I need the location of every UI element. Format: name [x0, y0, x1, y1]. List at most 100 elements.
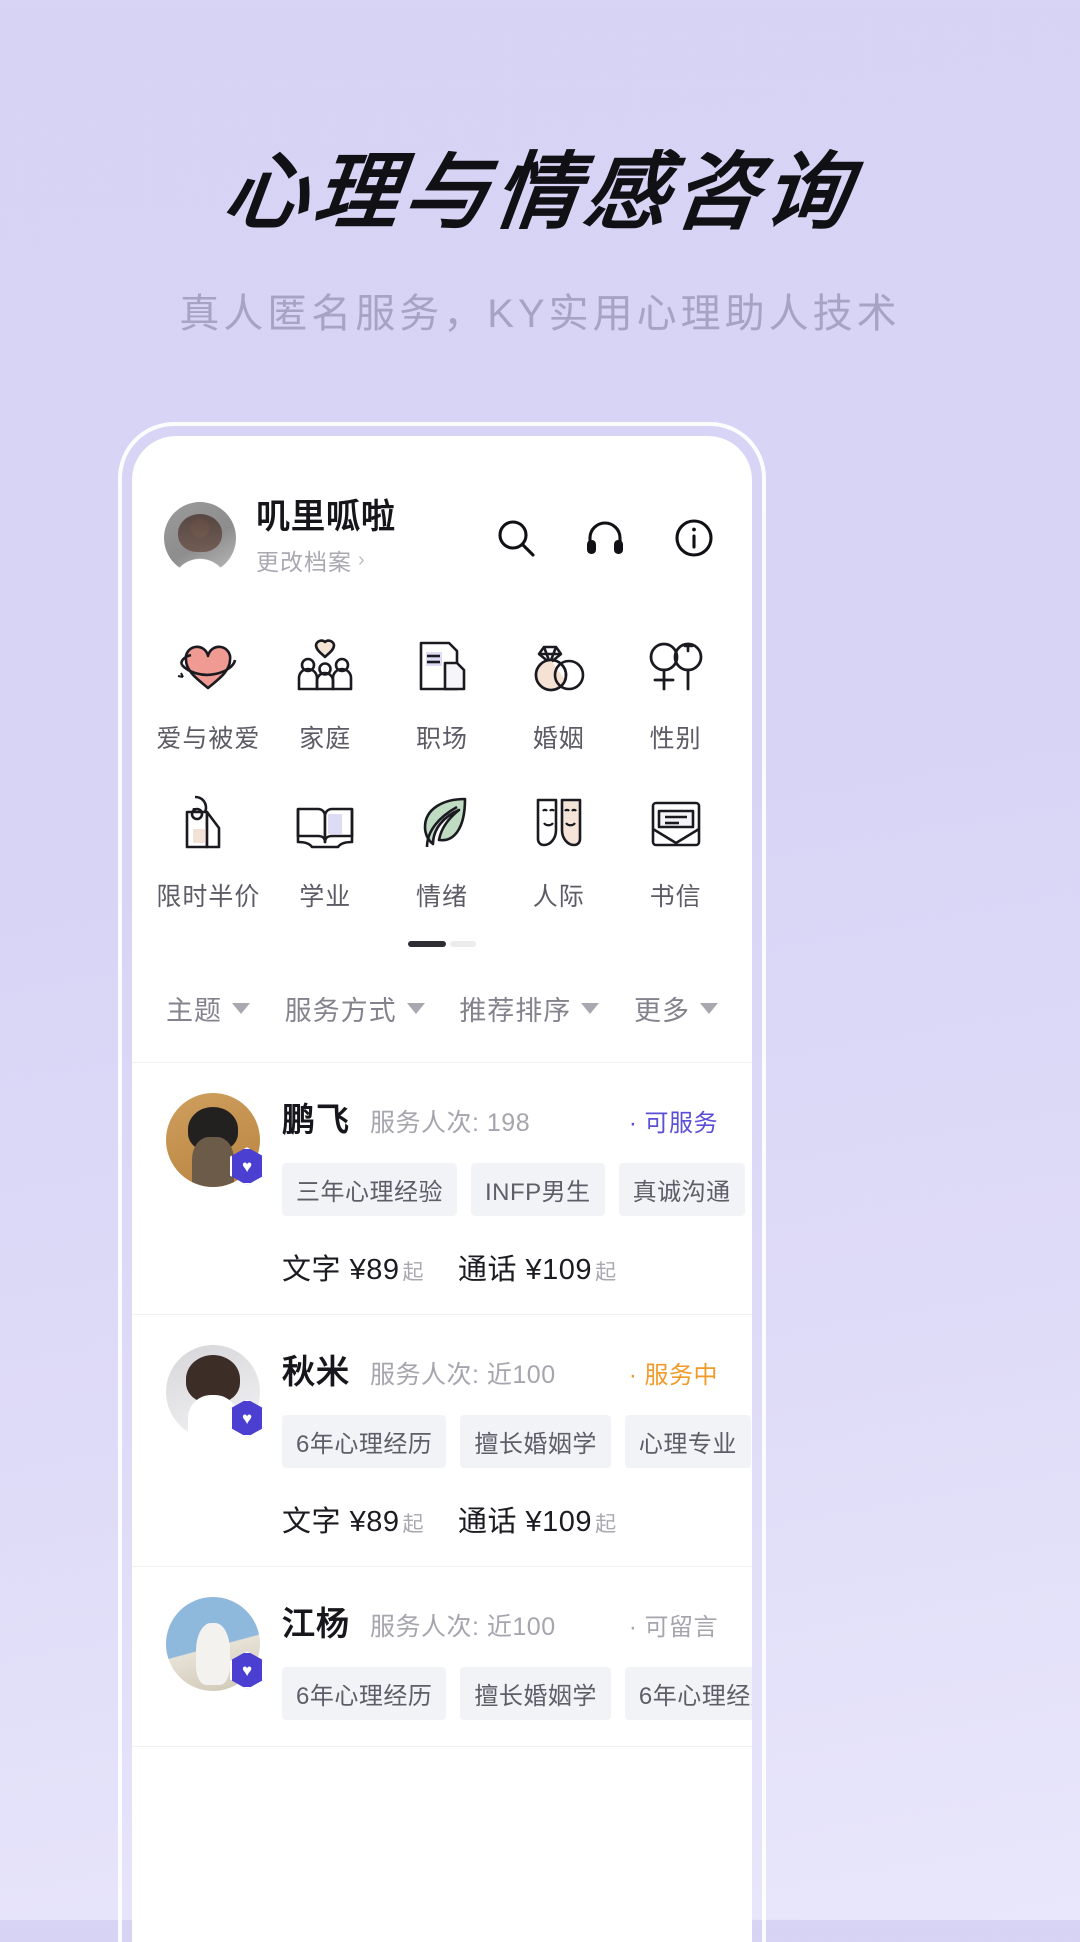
avatar[interactable]: ♥	[166, 1597, 264, 1692]
chevron-down-icon	[699, 1003, 718, 1015]
chevron-down-icon	[406, 1003, 425, 1015]
price-amount: ¥89	[349, 1254, 400, 1287]
tag: 擅长婚姻学	[460, 1415, 611, 1469]
category-label: 婚姻	[532, 725, 585, 754]
category-item-love[interactable]: 爱与被爱	[150, 623, 267, 765]
promo-header: 心理与情感咨询 真人匿名服务，KY实用心理助人技术	[0, 0, 1080, 336]
leaf-icon	[407, 789, 477, 859]
price-tag-icon	[173, 789, 243, 859]
price-text: 文字 ¥89 起	[282, 1498, 424, 1540]
two-masks-icon	[524, 789, 594, 859]
listing-row[interactable]: ♥ 秋米 服务人次: 近100 · 服务中 6年心理经历 擅长婚姻学 心理专业	[132, 1315, 752, 1568]
listing-body: 江杨 服务人次: 近100 · 可留言 6年心理经历 擅长婚姻学 6年心理经历	[282, 1597, 752, 1721]
filter-bar: 主题 服务方式 推荐排序 更多	[132, 947, 752, 1064]
status-badge: · 服务中	[628, 1362, 718, 1390]
price-call: 通话 ¥109 起	[458, 1498, 617, 1540]
headphones-icon[interactable]	[583, 516, 627, 560]
counselor-name: 秋米	[282, 1353, 350, 1391]
category-item-family[interactable]: 家庭	[267, 623, 384, 765]
listing-name-row: 鹏飞 服务人次: 198 · 可服务	[282, 1093, 718, 1141]
filter-topic[interactable]: 主题	[166, 989, 250, 1028]
category-label: 书信	[649, 883, 702, 912]
service-count: 服务人次: 近100	[370, 1613, 556, 1642]
tag: 6年心理经历	[282, 1667, 447, 1721]
chevron-right-icon: ›	[358, 548, 366, 571]
app-header: 叽里呱啦 更改档案 ›	[132, 436, 752, 577]
price-amount: ¥89	[349, 1506, 400, 1539]
category-item-gender[interactable]: 性别	[617, 623, 734, 765]
edit-profile-label: 更改档案	[256, 549, 352, 576]
price-amount: ¥109	[525, 1254, 593, 1287]
phone-mockup: 叽里呱啦 更改档案 › 爱与被爱 家庭 职场 婚姻 性别 限时半价 学业 情绪 …	[118, 422, 766, 1942]
filter-more[interactable]: 更多	[634, 989, 718, 1028]
category-label: 学业	[299, 883, 352, 912]
status-badge: · 可留言	[628, 1614, 718, 1642]
tag: 三年心理经验	[282, 1163, 457, 1217]
listing-row[interactable]: ♥ 鹏飞 服务人次: 198 · 可服务 三年心理经验 INFP男生 真诚沟通	[132, 1063, 752, 1316]
wedding-rings-icon	[524, 631, 594, 701]
user-info[interactable]: 叽里呱啦 更改档案 ›	[256, 498, 494, 577]
filter-label: 推荐排序	[459, 996, 572, 1027]
price-amount: ¥109	[525, 1506, 593, 1539]
heart-orbit-icon	[173, 631, 243, 701]
service-count: 服务人次: 198	[370, 1109, 531, 1138]
service-count: 服务人次: 近100	[370, 1361, 556, 1390]
phone-screen: 叽里呱啦 更改档案 › 爱与被爱 家庭 职场 婚姻 性别 限时半价 学业 情绪 …	[132, 436, 752, 1942]
price-kind: 通话	[457, 1254, 517, 1287]
price-row: 文字 ¥89 起 通话 ¥109 起	[282, 1498, 718, 1540]
listing-name-row: 江杨 服务人次: 近100 · 可留言	[282, 1597, 718, 1645]
category-item-half-price[interactable]: 限时半价	[150, 781, 267, 923]
category-item-interpersonal[interactable]: 人际	[500, 781, 617, 923]
price-kind: 文字	[282, 1506, 342, 1539]
category-item-marriage[interactable]: 婚姻	[500, 623, 617, 765]
filter-label: 主题	[166, 996, 222, 1027]
tag: 真诚沟通	[618, 1163, 745, 1217]
counselor-name: 江杨	[282, 1605, 350, 1643]
price-suffix: 起	[595, 1513, 617, 1537]
tag-list: 6年心理经历 擅长婚姻学 6年心理经历	[282, 1667, 752, 1721]
filter-sort[interactable]: 推荐排序	[459, 989, 600, 1028]
price-call: 通话 ¥109 起	[458, 1246, 617, 1288]
listing-row[interactable]: ♥ 江杨 服务人次: 近100 · 可留言 6年心理经历 擅长婚姻学 6年心理经…	[132, 1567, 752, 1748]
tag: 心理专业	[624, 1415, 751, 1469]
page-subtitle: 真人匿名服务，KY实用心理助人技术	[179, 292, 901, 336]
price-kind: 文字	[282, 1254, 342, 1287]
header-actions	[494, 516, 720, 560]
chevron-down-icon	[232, 1003, 250, 1015]
category-label: 限时半价	[156, 883, 261, 912]
price-suffix: 起	[595, 1261, 617, 1285]
category-item-workplace[interactable]: 职场	[384, 623, 501, 765]
category-label: 家庭	[299, 725, 352, 754]
category-label: 情绪	[415, 883, 468, 912]
category-label: 性别	[649, 725, 702, 754]
category-item-study[interactable]: 学业	[267, 781, 384, 923]
avatar[interactable]: ♥	[166, 1093, 264, 1188]
listing-body: 鹏飞 服务人次: 198 · 可服务 三年心理经验 INFP男生 真诚沟通	[282, 1093, 745, 1217]
search-icon[interactable]	[494, 516, 538, 560]
filter-label: 服务方式	[284, 996, 397, 1027]
tag: 6年心理经历	[624, 1667, 752, 1721]
category-label: 爱与被爱	[156, 725, 261, 754]
category-label: 人际	[532, 883, 585, 912]
filter-service-mode[interactable]: 服务方式	[285, 989, 425, 1028]
category-item-letter[interactable]: 书信	[617, 781, 734, 923]
info-icon[interactable]	[672, 516, 716, 560]
tag: INFP男生	[471, 1163, 605, 1217]
counselor-name: 鹏飞	[282, 1101, 350, 1139]
category-item-emotion[interactable]: 情绪	[384, 781, 501, 923]
edit-profile-link[interactable]: 更改档案 ›	[256, 543, 494, 577]
documents-icon	[407, 631, 477, 701]
page-dot-active	[408, 941, 446, 948]
filter-label: 更多	[633, 996, 690, 1027]
avatar[interactable]	[164, 501, 236, 574]
tag-list: 三年心理经验 INFP男生 真诚沟通	[282, 1163, 745, 1217]
open-book-icon	[290, 789, 360, 859]
avatar[interactable]: ♥	[166, 1345, 264, 1440]
tag-list: 6年心理经历 擅长婚姻学 心理专业	[282, 1415, 751, 1469]
price-suffix: 起	[402, 1261, 424, 1285]
category-label: 职场	[415, 725, 468, 754]
gender-icon	[641, 631, 711, 701]
tag: 擅长婚姻学	[460, 1667, 611, 1721]
family-icon	[290, 631, 360, 701]
listing-header: ♥ 江杨 服务人次: 近100 · 可留言 6年心理经历 擅长婚姻学 6年心理经…	[166, 1597, 752, 1721]
